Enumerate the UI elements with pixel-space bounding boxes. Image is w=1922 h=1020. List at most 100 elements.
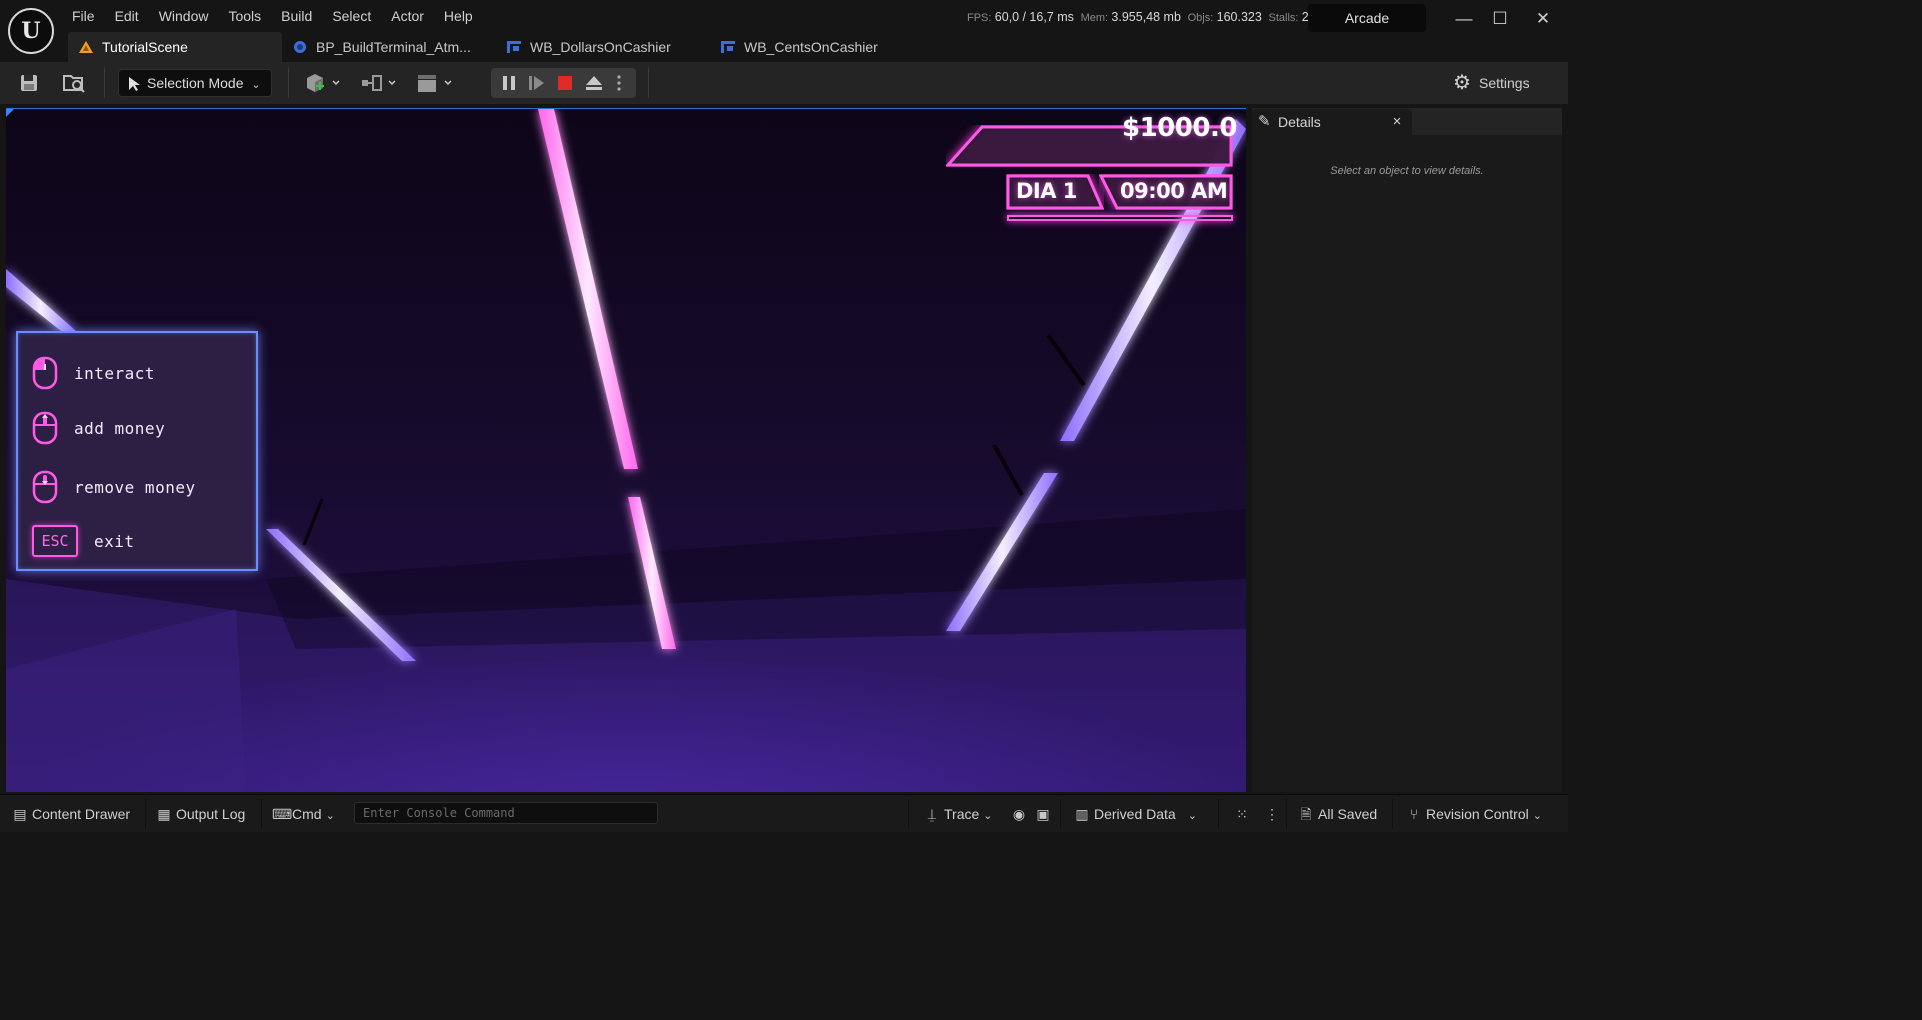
details-panel: ✎ Details × Select an object to view det… <box>1252 108 1562 792</box>
esc-key-icon: ESC <box>32 525 78 557</box>
terminal-icon: ⌨ <box>272 806 293 822</box>
minimize-button[interactable]: — <box>1452 6 1476 32</box>
all-saved-button[interactable]: 🗎 All Saved <box>1298 799 1377 829</box>
details-tab[interactable]: ✎ Details × <box>1252 109 1412 135</box>
save-check-icon: 🗎 <box>1300 806 1312 822</box>
more-options-icon[interactable]: ⋮ <box>1264 799 1284 829</box>
chevron-down-icon: ⌄ <box>325 810 335 822</box>
status-divider <box>908 799 909 829</box>
add-actor-button[interactable] <box>302 70 344 96</box>
screenshot-icon[interactable]: ▣ <box>1035 799 1055 829</box>
menu-help[interactable]: Help <box>434 4 483 28</box>
cinematics-button[interactable] <box>414 70 456 96</box>
derived-data-label: Derived Data <box>1094 806 1176 822</box>
tab-wb-centsoncashier[interactable]: WB_CentsOnCashier <box>710 32 924 62</box>
widget-blueprint-icon <box>721 41 735 53</box>
mouse-left-click-icon <box>32 356 58 390</box>
cursor-arrow-icon <box>129 77 140 91</box>
control-add-money: add money <box>32 410 165 446</box>
menu-select[interactable]: Select <box>322 4 381 28</box>
status-divider <box>1392 799 1393 829</box>
objs-label: Objs: <box>1187 12 1214 24</box>
all-saved-label: All Saved <box>1318 806 1378 822</box>
mouse-scroll-down-icon <box>32 470 58 504</box>
tab-label: TutorialScene <box>102 39 188 55</box>
level-icon <box>79 41 93 53</box>
tab-tutorialscene[interactable]: TutorialScene <box>68 32 282 62</box>
trace-dropdown[interactable]: ⍊ Trace ⌄ <box>924 799 993 829</box>
control-label: remove money <box>74 477 196 497</box>
selection-mode-dropdown[interactable]: Selection Mode ⌄ <box>118 69 272 97</box>
chevron-down-icon: ⌄ <box>1532 810 1542 822</box>
revision-control-label: Revision Control <box>1426 806 1529 822</box>
save-icon[interactable] <box>16 70 42 96</box>
frame-skip-button[interactable] <box>524 70 550 96</box>
details-empty-message: Select an object to view details. <box>1330 165 1484 177</box>
control-label: interact <box>74 363 156 383</box>
control-remove-money: remove money <box>32 469 196 505</box>
details-title: Details <box>1278 114 1321 130</box>
controls-help-panel: interact add money remove money ESC exit <box>16 331 258 571</box>
tab-bp-buildterminal[interactable]: BP_BuildTerminal_Atm... <box>282 32 496 62</box>
status-divider <box>1286 799 1287 829</box>
mem-label: Mem: <box>1080 12 1109 24</box>
revision-control-dropdown[interactable]: ⑂ Revision Control ⌄ <box>1406 799 1542 829</box>
tab-label: WB_CentsOnCashier <box>744 39 878 55</box>
control-label: add money <box>74 418 166 438</box>
fps-value: 60,0 <box>994 10 1020 24</box>
menu-tools[interactable]: Tools <box>218 4 271 28</box>
record-trace-icon[interactable]: ◉ <box>1011 799 1031 829</box>
control-interact: interact <box>32 355 155 391</box>
details-body: Select an object to view details. <box>1252 135 1562 792</box>
maximize-button[interactable]: ☐ <box>1488 6 1512 32</box>
close-icon[interactable]: × <box>1388 109 1406 135</box>
output-log-button[interactable]: ▦ Output Log <box>156 799 245 829</box>
objs-value: 160.323 <box>1216 10 1262 24</box>
chevron-down-icon: ⌄ <box>251 79 261 91</box>
status-divider <box>1218 799 1219 829</box>
blueprint-toolbar-button[interactable] <box>358 70 400 96</box>
menu-file[interactable]: File <box>62 4 105 28</box>
performance-stats: FPS: 60,0 / 16,7 ms Mem: 3.955,48 mb Obj… <box>967 10 1309 24</box>
browse-content-icon[interactable] <box>60 70 88 96</box>
stalls-label: Stalls: <box>1268 12 1299 24</box>
toolbar-divider <box>104 68 105 98</box>
tab-wb-dollarsoncashier[interactable]: WB_DollarsOnCashier <box>496 32 710 62</box>
document-tabs: TutorialScene BP_BuildTerminal_Atm... WB… <box>68 32 924 62</box>
trace-label: Trace <box>944 806 980 822</box>
menu-build[interactable]: Build <box>271 4 322 28</box>
output-log-label: Output Log <box>176 806 246 822</box>
level-viewport[interactable]: $1000.0 DIA 1 09:00 AM interact add mone… <box>6 108 1246 792</box>
close-window-button[interactable]: ✕ <box>1531 6 1555 32</box>
source-control-grid-icon[interactable]: ⁙ <box>1234 799 1254 829</box>
content-drawer-button[interactable]: ▤ Content Drawer <box>12 799 130 829</box>
fps-label: FPS: <box>967 12 992 24</box>
layout-arcade-button[interactable]: Arcade <box>1308 4 1426 32</box>
log-icon: ▦ <box>157 806 171 822</box>
mem-value: 3.955,48 mb <box>1111 10 1181 24</box>
blueprint-icon <box>294 41 306 53</box>
menu-window[interactable]: Window <box>149 4 219 28</box>
console-command-input[interactable] <box>354 802 658 824</box>
more-options-icon[interactable] <box>609 70 629 96</box>
hud-time-value: 09:00 AM <box>1120 179 1228 203</box>
menu-actor[interactable]: Actor <box>381 4 434 28</box>
database-icon: ▥ <box>1075 806 1089 822</box>
cmd-dropdown[interactable]: ⌨Cmd ⌄ <box>272 799 335 829</box>
hud-money-value: $1000.0 <box>1122 113 1237 143</box>
control-exit: ESC exit <box>32 523 135 559</box>
settings-button[interactable]: ⚙ Settings ⌄ <box>1453 70 1568 117</box>
menu-edit[interactable]: Edit <box>105 4 149 28</box>
title-bar: U File Edit Window Tools Build Select Ac… <box>0 0 1568 62</box>
tab-label: WB_DollarsOnCashier <box>530 39 671 55</box>
viewport-options-corner[interactable] <box>6 109 14 117</box>
pause-button[interactable] <box>496 70 522 96</box>
stop-button[interactable] <box>552 70 578 96</box>
derived-data-dropdown[interactable]: ▥ Derived Data ⌄ <box>1074 799 1197 829</box>
tab-label: BP_BuildTerminal_Atm... <box>316 39 471 55</box>
chevron-down-icon: ⌄ <box>1187 810 1197 822</box>
chevron-down-icon: ⌄ <box>983 810 993 822</box>
widget-blueprint-icon <box>507 41 521 53</box>
unreal-engine-logo[interactable]: U <box>8 8 54 54</box>
eject-button[interactable] <box>581 70 607 96</box>
